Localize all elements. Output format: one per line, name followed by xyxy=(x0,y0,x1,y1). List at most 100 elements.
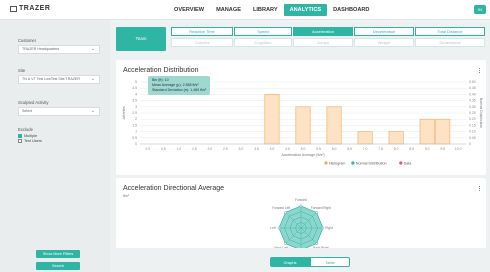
y2-tick-label: 0.05 xyxy=(469,136,476,140)
activity-select[interactable]: Select ⌄ xyxy=(18,107,100,116)
logo-icon xyxy=(10,5,17,12)
y-tick-label: 3 xyxy=(135,105,137,109)
radar-point xyxy=(284,211,287,214)
metric-selector: Team Reaction Time Speed Acceleration De… xyxy=(116,27,486,54)
y-axis-label: Athletes xyxy=(122,106,126,119)
histogram-bar xyxy=(295,106,311,145)
customer-select[interactable]: TRAZER Headquarters ⌄ xyxy=(18,45,100,54)
metric-total-distance[interactable]: Total Distance xyxy=(415,27,485,36)
x-axis-label: Acceleration Average (ft/s²) xyxy=(281,153,324,157)
legend-label: Histogram xyxy=(329,161,345,165)
team-button[interactable]: Team xyxy=(116,27,166,51)
metric-reaction-time[interactable]: Reaction Time xyxy=(171,27,233,36)
exclude-option-label: Multiple xyxy=(24,134,38,138)
y2-axis-label: Normal Distribution xyxy=(479,98,483,129)
table-tab[interactable]: Table xyxy=(310,257,350,267)
chevron-down-icon: ⌄ xyxy=(90,46,95,52)
x-tick-label: 7.0 xyxy=(363,147,368,151)
histogram-bar xyxy=(388,131,404,145)
x-tick-label: 3.5 xyxy=(254,147,259,151)
x-tick-label: 9.0 xyxy=(425,147,430,151)
y-tick-label: 1.5 xyxy=(132,123,137,127)
radar-direction-label: Back Left xyxy=(275,246,288,248)
histogram-bar xyxy=(326,106,342,145)
site-select[interactable]: TN & VT Test LowTest Site TRAZER ⌄ xyxy=(18,75,100,84)
nav-library[interactable]: LIBRARY xyxy=(247,4,284,16)
x-tick-label: 0.5 xyxy=(161,147,166,151)
graphs-tab[interactable]: Graphs xyxy=(270,257,310,267)
radar-point xyxy=(315,242,318,245)
metric-cognition[interactable]: Cognition xyxy=(234,38,292,47)
radar-direction-label: Forward Right xyxy=(311,206,331,210)
nav-analytics[interactable]: ANALYTICS xyxy=(283,4,328,16)
chevron-down-icon: ⌄ xyxy=(90,108,95,114)
metric-speed[interactable]: Speed xyxy=(234,27,292,36)
x-tick-label: 6.5 xyxy=(347,147,352,151)
metric-dimensions[interactable]: Dimensions xyxy=(415,38,485,47)
x-tick-label: 8.0 xyxy=(394,147,399,151)
customer-label: Customer xyxy=(18,38,37,43)
legend-label: Data xyxy=(404,161,412,165)
activity-value: Select xyxy=(22,109,32,113)
exclude-label: Exclude xyxy=(18,127,33,132)
y-tick-label: 2 xyxy=(135,117,137,121)
x-tick-label: 4.5 xyxy=(285,147,290,151)
y-tick-label: 4 xyxy=(135,92,137,96)
y2-tick-label: 0 xyxy=(469,142,471,146)
metric-jumps[interactable]: Jumps xyxy=(293,38,353,47)
radar-point xyxy=(321,226,325,230)
y-tick-label: 5 xyxy=(135,80,137,84)
metric-weight[interactable]: Weight xyxy=(354,38,414,47)
radar-direction-label: Forward Left xyxy=(272,206,290,210)
nav-overview[interactable]: OVERVIEW xyxy=(168,4,210,16)
exclude-option-label: Test Users xyxy=(24,139,42,143)
histogram-bar xyxy=(435,118,451,145)
x-tick-label: 9.5 xyxy=(440,147,445,151)
chart-tooltip: Bin (ft): 10 Mean Average (μ): 2.585 ft/… xyxy=(148,76,211,95)
y2-tick-label: 0.15 xyxy=(469,123,476,127)
x-tick-label: 2.5 xyxy=(223,147,228,151)
x-tick-label: 8.5 xyxy=(409,147,414,151)
metric-deceleration[interactable]: Deceleration xyxy=(354,27,414,36)
radar-direction-label: Forward xyxy=(295,198,307,202)
main-nav: OVERVIEW MANAGE LIBRARY ANALYTICS DASHBO… xyxy=(168,0,375,20)
x-tick-label: 6.0 xyxy=(332,147,337,151)
nav-manage[interactable]: MANAGE xyxy=(210,4,247,16)
activity-label: Sculpted Activity xyxy=(18,100,49,105)
legend-swatch xyxy=(351,161,355,165)
checkbox-unchecked-icon xyxy=(18,139,22,143)
y2-tick-label: 0.10 xyxy=(469,130,476,134)
exclude-test-users-checkbox[interactable]: Test Users xyxy=(18,139,42,143)
radar-chart: ForwardForward RightRightBack RightBackB… xyxy=(270,198,333,248)
y2-tick-label: 0.30 xyxy=(469,105,476,109)
radar-point xyxy=(299,204,303,208)
histogram-bar xyxy=(264,94,280,145)
metric-acceleration[interactable]: Acceleration xyxy=(293,27,353,36)
y-tick-label: 1 xyxy=(135,130,137,134)
x-tick-label: 7.5 xyxy=(378,147,383,151)
nav-dashboard[interactable]: DASHBOARD xyxy=(327,4,375,16)
logo[interactable]: TRAZER xyxy=(10,5,50,12)
y-tick-label: 0.5 xyxy=(132,136,137,140)
logo-text: TRAZER xyxy=(19,5,51,12)
show-more-filters-button[interactable]: Show More Filters xyxy=(36,250,80,258)
tooltip-sd: Standard Deviation (σ): 1.489 ft/s² xyxy=(152,88,207,92)
customer-value: TRAZER Headquarters xyxy=(22,47,60,51)
x-tick-label: 1.0 xyxy=(176,147,181,151)
radar-point xyxy=(284,242,287,245)
y-tick-label: 0 xyxy=(135,142,137,146)
metric-calories[interactable]: Calories xyxy=(171,38,233,47)
exclude-multiple-checkbox[interactable]: Multiple xyxy=(18,134,37,138)
user-badge[interactable]: IN xyxy=(474,5,486,14)
y-tick-label: 2.5 xyxy=(132,111,137,115)
search-button[interactable]: Search xyxy=(36,262,80,270)
legend-label: Normal Distribution xyxy=(356,161,387,165)
checkbox-checked-icon xyxy=(18,134,22,138)
site-value: TN & VT Test LowTest Site TRAZER xyxy=(22,77,80,81)
chevron-down-icon: ⌄ xyxy=(90,76,95,82)
y2-tick-label: 0.25 xyxy=(469,111,476,115)
legend-swatch xyxy=(399,161,403,165)
y2-tick-label: 0.40 xyxy=(469,92,476,96)
view-toggle: Graphs Table xyxy=(270,257,350,267)
x-tick-label: 4.0 xyxy=(270,147,275,151)
